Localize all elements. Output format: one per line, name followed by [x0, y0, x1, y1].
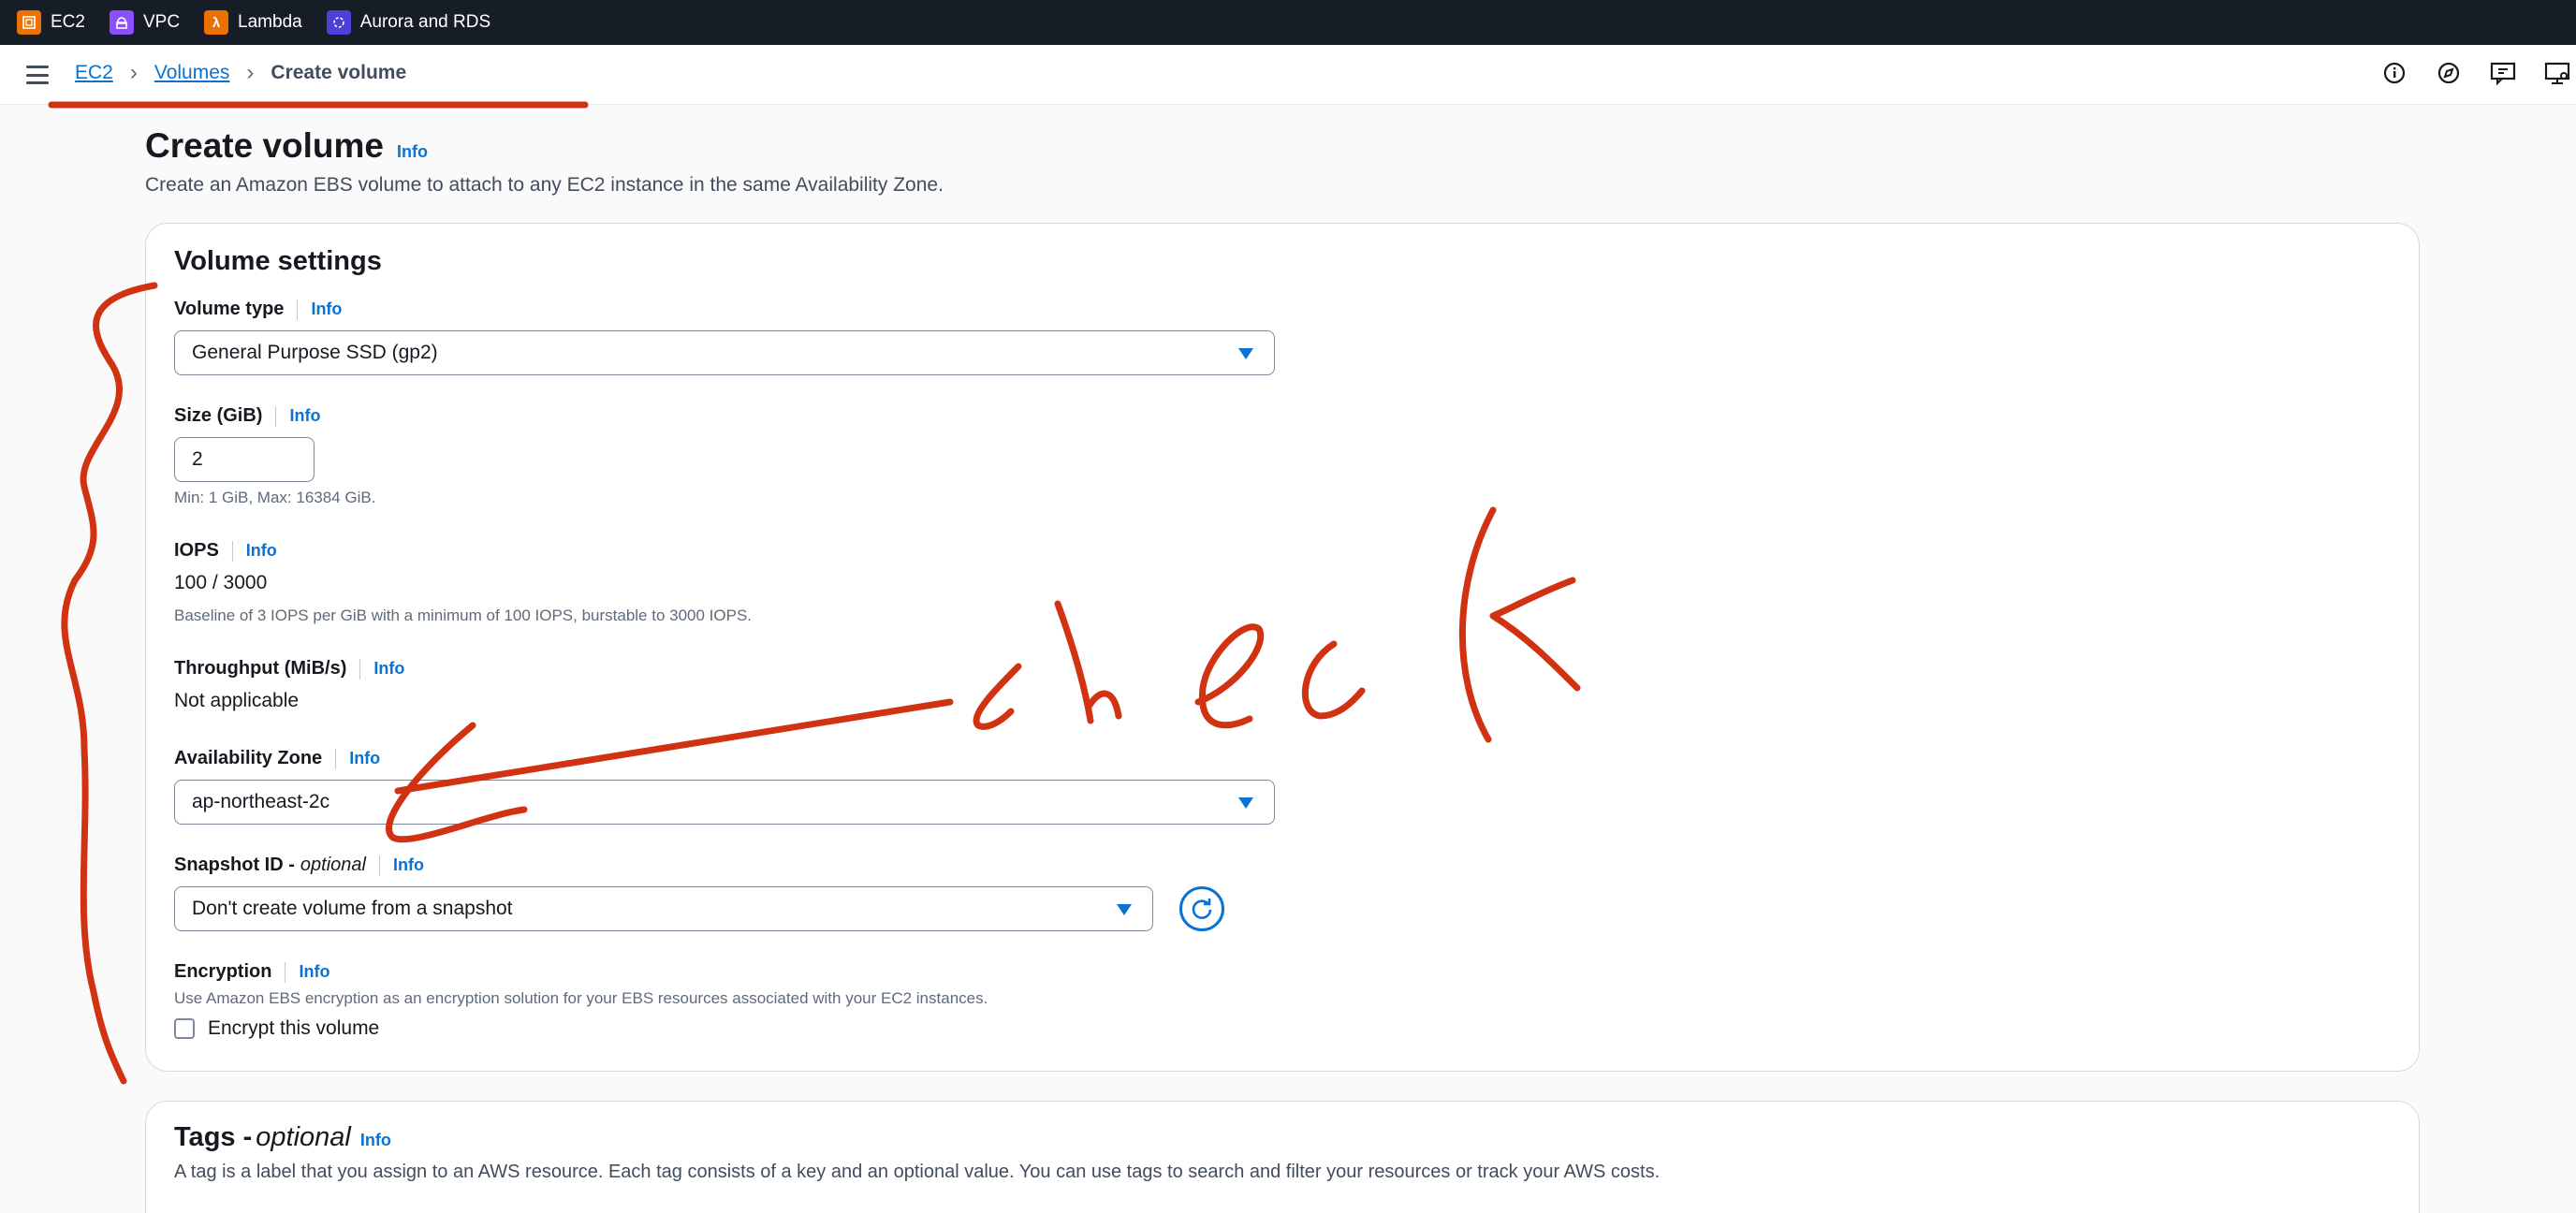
iops-info-link[interactable]: Info	[246, 541, 277, 561]
ec2-icon	[17, 10, 41, 35]
encrypt-volume-row[interactable]: Encrypt this volume	[174, 1017, 379, 1040]
iops-label: IOPS Info	[174, 540, 277, 562]
favorite-label: Lambda	[238, 12, 302, 32]
throughput-label: Throughput (MiB/s) Info	[174, 658, 404, 680]
throughput-value: Not applicable	[174, 690, 300, 711]
encrypt-volume-checkbox[interactable]	[174, 1018, 195, 1039]
tags-header: Tags - optional Info	[174, 1122, 391, 1153]
feedback-icon[interactable]	[2490, 60, 2516, 86]
tags-info-link[interactable]: Info	[360, 1131, 391, 1150]
vpc-icon	[109, 10, 134, 35]
section-title: Volume settings	[174, 246, 382, 276]
lambda-icon: λ	[204, 10, 229, 35]
volume-type-label: Volume type Info	[174, 299, 342, 320]
label-text: Volume type	[174, 299, 285, 319]
caret-down-icon	[1238, 348, 1253, 359]
availability-zone-label: Availability Zone Info	[174, 748, 380, 769]
breadcrumb: EC2 › Volumes › Create volume	[75, 62, 406, 84]
volume-settings-panel: Volume settings Volume type Info General…	[145, 223, 2420, 1072]
tags-optional: optional	[256, 1122, 351, 1152]
tags-title: Tags -	[174, 1122, 253, 1152]
label-text: IOPS	[174, 540, 219, 561]
snapshot-info-link[interactable]: Info	[393, 855, 424, 875]
breadcrumb-bar: EC2 › Volumes › Create volume	[0, 45, 2576, 105]
throughput-info-link[interactable]: Info	[373, 659, 404, 679]
chevron-right-icon: ›	[246, 60, 255, 85]
menu-icon[interactable]	[26, 66, 49, 84]
snapshot-select[interactable]: Don't create volume from a snapshot	[174, 886, 1153, 931]
label-text: Throughput (MiB/s)	[174, 658, 347, 679]
page-description: Create an Amazon EBS volume to attach to…	[145, 174, 944, 196]
compass-icon[interactable]	[2436, 60, 2462, 86]
iops-hint: Baseline of 3 IOPS per GiB with a minimu…	[174, 606, 753, 624]
favorite-vpc[interactable]: VPC	[109, 10, 181, 35]
size-hint: Min: 1 GiB, Max: 16384 GiB.	[174, 489, 376, 506]
page-info-link[interactable]: Info	[397, 142, 428, 162]
label-text: Availability Zone	[174, 748, 323, 768]
favorite-lambda[interactable]: λ Lambda	[204, 10, 302, 35]
breadcrumb-current: Create volume	[271, 62, 407, 83]
tags-panel: Tags - optional Info A tag is a label th…	[145, 1101, 2420, 1213]
volume-type-select[interactable]: General Purpose SSD (gp2)	[174, 330, 1275, 375]
caret-down-icon	[1117, 904, 1132, 915]
label-text: Encryption	[174, 961, 272, 982]
favorite-ec2[interactable]: EC2	[17, 10, 85, 35]
snapshot-label: Snapshot ID - optional Info	[174, 855, 424, 876]
info-circle-icon[interactable]	[2381, 60, 2408, 86]
size-label: Size (GiB) Info	[174, 405, 320, 427]
chevron-right-icon: ›	[129, 60, 138, 85]
page-header: Create volume Info	[145, 126, 428, 166]
favorite-label: VPC	[142, 12, 181, 32]
refresh-icon	[1192, 899, 1212, 919]
page-title: Create volume	[145, 126, 384, 165]
favorite-label: EC2	[51, 12, 85, 32]
tags-description: A tag is a label that you assign to an A…	[174, 1162, 1661, 1182]
volume-type-value: General Purpose SSD (gp2)	[192, 342, 438, 363]
size-info-link[interactable]: Info	[289, 406, 320, 426]
encryption-hint: Use Amazon EBS encryption as an encrypti…	[174, 989, 988, 1007]
optional-text: optional	[300, 855, 366, 875]
volume-type-info-link[interactable]: Info	[311, 300, 342, 319]
availability-zone-value: ap-northeast-2c	[192, 791, 330, 812]
breadcrumb-volumes[interactable]: Volumes	[154, 62, 230, 84]
label-text: Snapshot ID -	[174, 855, 295, 875]
header-tools	[2381, 60, 2576, 86]
favorite-label: Aurora and RDS	[359, 12, 491, 32]
size-input[interactable]	[174, 437, 315, 482]
display-settings-icon[interactable]	[2544, 60, 2570, 86]
refresh-snapshots-button[interactable]	[1179, 886, 1224, 931]
encryption-label: Encryption Info	[174, 961, 329, 983]
favorites-bar: EC2 VPC λ Lambda Aurora and RDS	[0, 0, 2576, 45]
bracket-mark	[61, 282, 158, 1085]
favorite-rds[interactable]: Aurora and RDS	[326, 10, 491, 35]
snapshot-value: Don't create volume from a snapshot	[192, 898, 513, 919]
iops-value: 100 / 3000	[174, 572, 268, 593]
availability-zone-info-link[interactable]: Info	[349, 749, 380, 768]
availability-zone-select[interactable]: ap-northeast-2c	[174, 780, 1275, 825]
rds-icon	[326, 10, 351, 35]
encryption-info-link[interactable]: Info	[299, 962, 329, 982]
caret-down-icon	[1238, 797, 1253, 809]
label-text: Size (GiB)	[174, 405, 263, 426]
breadcrumb-ec2[interactable]: EC2	[75, 62, 113, 84]
encrypt-volume-label[interactable]: Encrypt this volume	[208, 1017, 379, 1040]
